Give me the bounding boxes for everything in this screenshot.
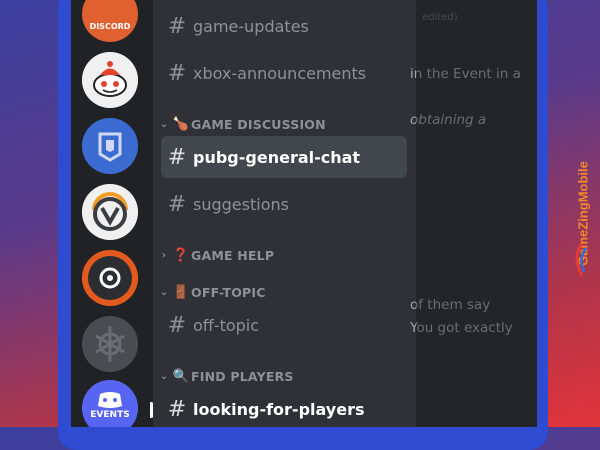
category-label: GAME DISCUSSION (191, 116, 326, 132)
overwatch-icon[interactable] (82, 184, 138, 240)
magnifier-icon: 🔍 (172, 368, 190, 384)
server-rail: DISCORD EVENTS (71, 0, 158, 427)
channel-name: game-updates (193, 16, 309, 36)
server-icon-discord[interactable]: DISCORD (82, 0, 138, 42)
channel-game-updates[interactable]: # game-updates (161, 5, 407, 47)
channel-list: # game-updates # xbox-announcements ⌄ 🍗 … (153, 0, 416, 427)
question-icon: ❓ (172, 247, 190, 263)
reddit-icon[interactable] (82, 52, 138, 108)
hash-icon: # (167, 144, 187, 170)
events-icon[interactable]: EVENTS (82, 380, 138, 427)
hash-icon: # (167, 13, 187, 39)
overlay-dim (416, 0, 537, 427)
server-label: DISCORD (89, 22, 131, 31)
channel-pubg-general-chat[interactable]: # pubg-general-chat (161, 136, 407, 178)
discord-app: DISCORD EVENTS # game-updates # xbox-ann… (71, 0, 537, 427)
watermark: GameZingMobile (572, 138, 596, 298)
chevron-down-icon: ⌄ (159, 370, 169, 382)
hash-icon: # (167, 191, 187, 217)
channel-suggestions[interactable]: # suggestions (161, 183, 407, 225)
steelseries-icon[interactable] (82, 250, 138, 306)
chevron-down-icon: ⌄ (159, 118, 169, 130)
chevron-down-icon: ⌄ (159, 286, 169, 298)
channel-off-topic[interactable]: # off-topic (161, 304, 407, 346)
drumstick-icon: 🍗 (172, 116, 190, 132)
category-find-players[interactable]: ⌄ 🔍 FIND PLAYERS (157, 366, 294, 386)
hash-icon: # (167, 60, 187, 86)
door-icon: 🚪 (172, 284, 190, 300)
channel-name: xbox-announcements (193, 63, 367, 83)
channel-looking-for-players[interactable]: # looking-for-players (161, 388, 407, 427)
channel-name: pubg-general-chat (193, 147, 361, 167)
watermark-logo-icon (575, 243, 588, 277)
channel-name: off-topic (193, 315, 260, 335)
category-game-discussion[interactable]: ⌄ 🍗 GAME DISCUSSION (157, 114, 326, 134)
category-label: GAME HELP (191, 247, 275, 263)
chat-pane: edited) in the Event in a obtaining a of… (410, 0, 537, 427)
channel-xbox-announcements[interactable]: # xbox-announcements (161, 52, 407, 94)
server-label: EVENTS (90, 410, 130, 420)
category-game-help[interactable]: › ❓ GAME HELP (157, 245, 274, 265)
category-label: FIND PLAYERS (191, 368, 294, 384)
category-label: OFF-TOPIC (191, 284, 266, 300)
hash-icon: # (167, 396, 187, 422)
hash-icon: # (167, 312, 187, 338)
category-off-topic[interactable]: ⌄ 🚪 OFF-TOPIC (157, 282, 266, 302)
channel-name: looking-for-players (193, 399, 365, 419)
chevron-right-icon: › (161, 249, 167, 261)
channel-name: suggestions (193, 194, 289, 214)
knot-icon[interactable] (82, 316, 138, 372)
destiny-icon[interactable] (82, 118, 138, 174)
